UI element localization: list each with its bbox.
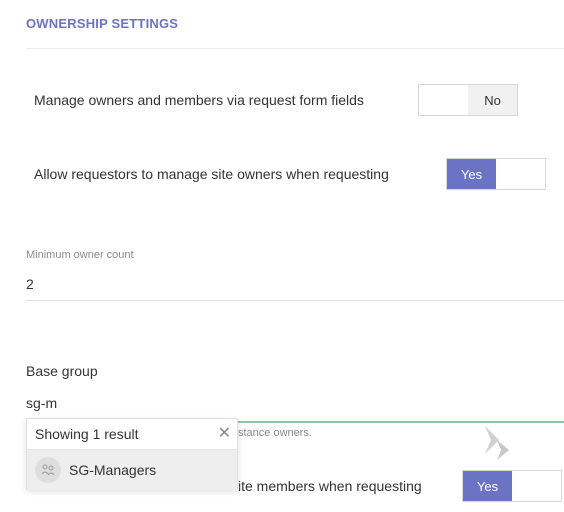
drag-handle-icon [485, 426, 509, 460]
close-icon[interactable]: ✕ [218, 426, 231, 442]
setting-label-manage-via-form: Manage owners and members via request fo… [34, 92, 364, 108]
toggle-no-segment[interactable]: No [468, 85, 517, 115]
suggestion-item[interactable]: SG-Managers [27, 450, 237, 490]
toggle-yes-segment[interactable]: Yes [447, 159, 496, 189]
min-owner-label: Minimum owner count [26, 249, 134, 261]
setting-label-manage-members: ite members when requesting [238, 478, 422, 494]
section-title: OWNERSHIP SETTINGS [26, 16, 179, 31]
base-group-hint: stance owners. [238, 427, 312, 439]
toggle-yes-segment[interactable] [419, 85, 468, 115]
divider [26, 48, 564, 49]
min-owner-value[interactable]: 2 [26, 276, 34, 292]
suggestions-header: Showing 1 result ✕ [27, 419, 237, 450]
results-count: Showing 1 result [35, 426, 139, 442]
group-icon [35, 457, 61, 483]
toggle-no-segment[interactable] [512, 471, 561, 501]
setting-label-manage-owners: Allow requestors to manage site owners w… [34, 166, 389, 182]
base-group-suggestions: Showing 1 result ✕ SG-Managers [26, 418, 238, 490]
base-group-input[interactable] [26, 395, 326, 411]
suggestion-label: SG-Managers [69, 462, 157, 478]
min-owner-underline [26, 300, 564, 301]
manage-owners-toggle[interactable]: Yes [446, 158, 546, 190]
manage-via-form-toggle[interactable]: No [418, 84, 518, 116]
base-group-label: Base group [26, 363, 98, 379]
toggle-yes-segment[interactable]: Yes [463, 471, 512, 501]
toggle-no-segment[interactable] [496, 159, 545, 189]
manage-members-toggle[interactable]: Yes [462, 470, 562, 502]
